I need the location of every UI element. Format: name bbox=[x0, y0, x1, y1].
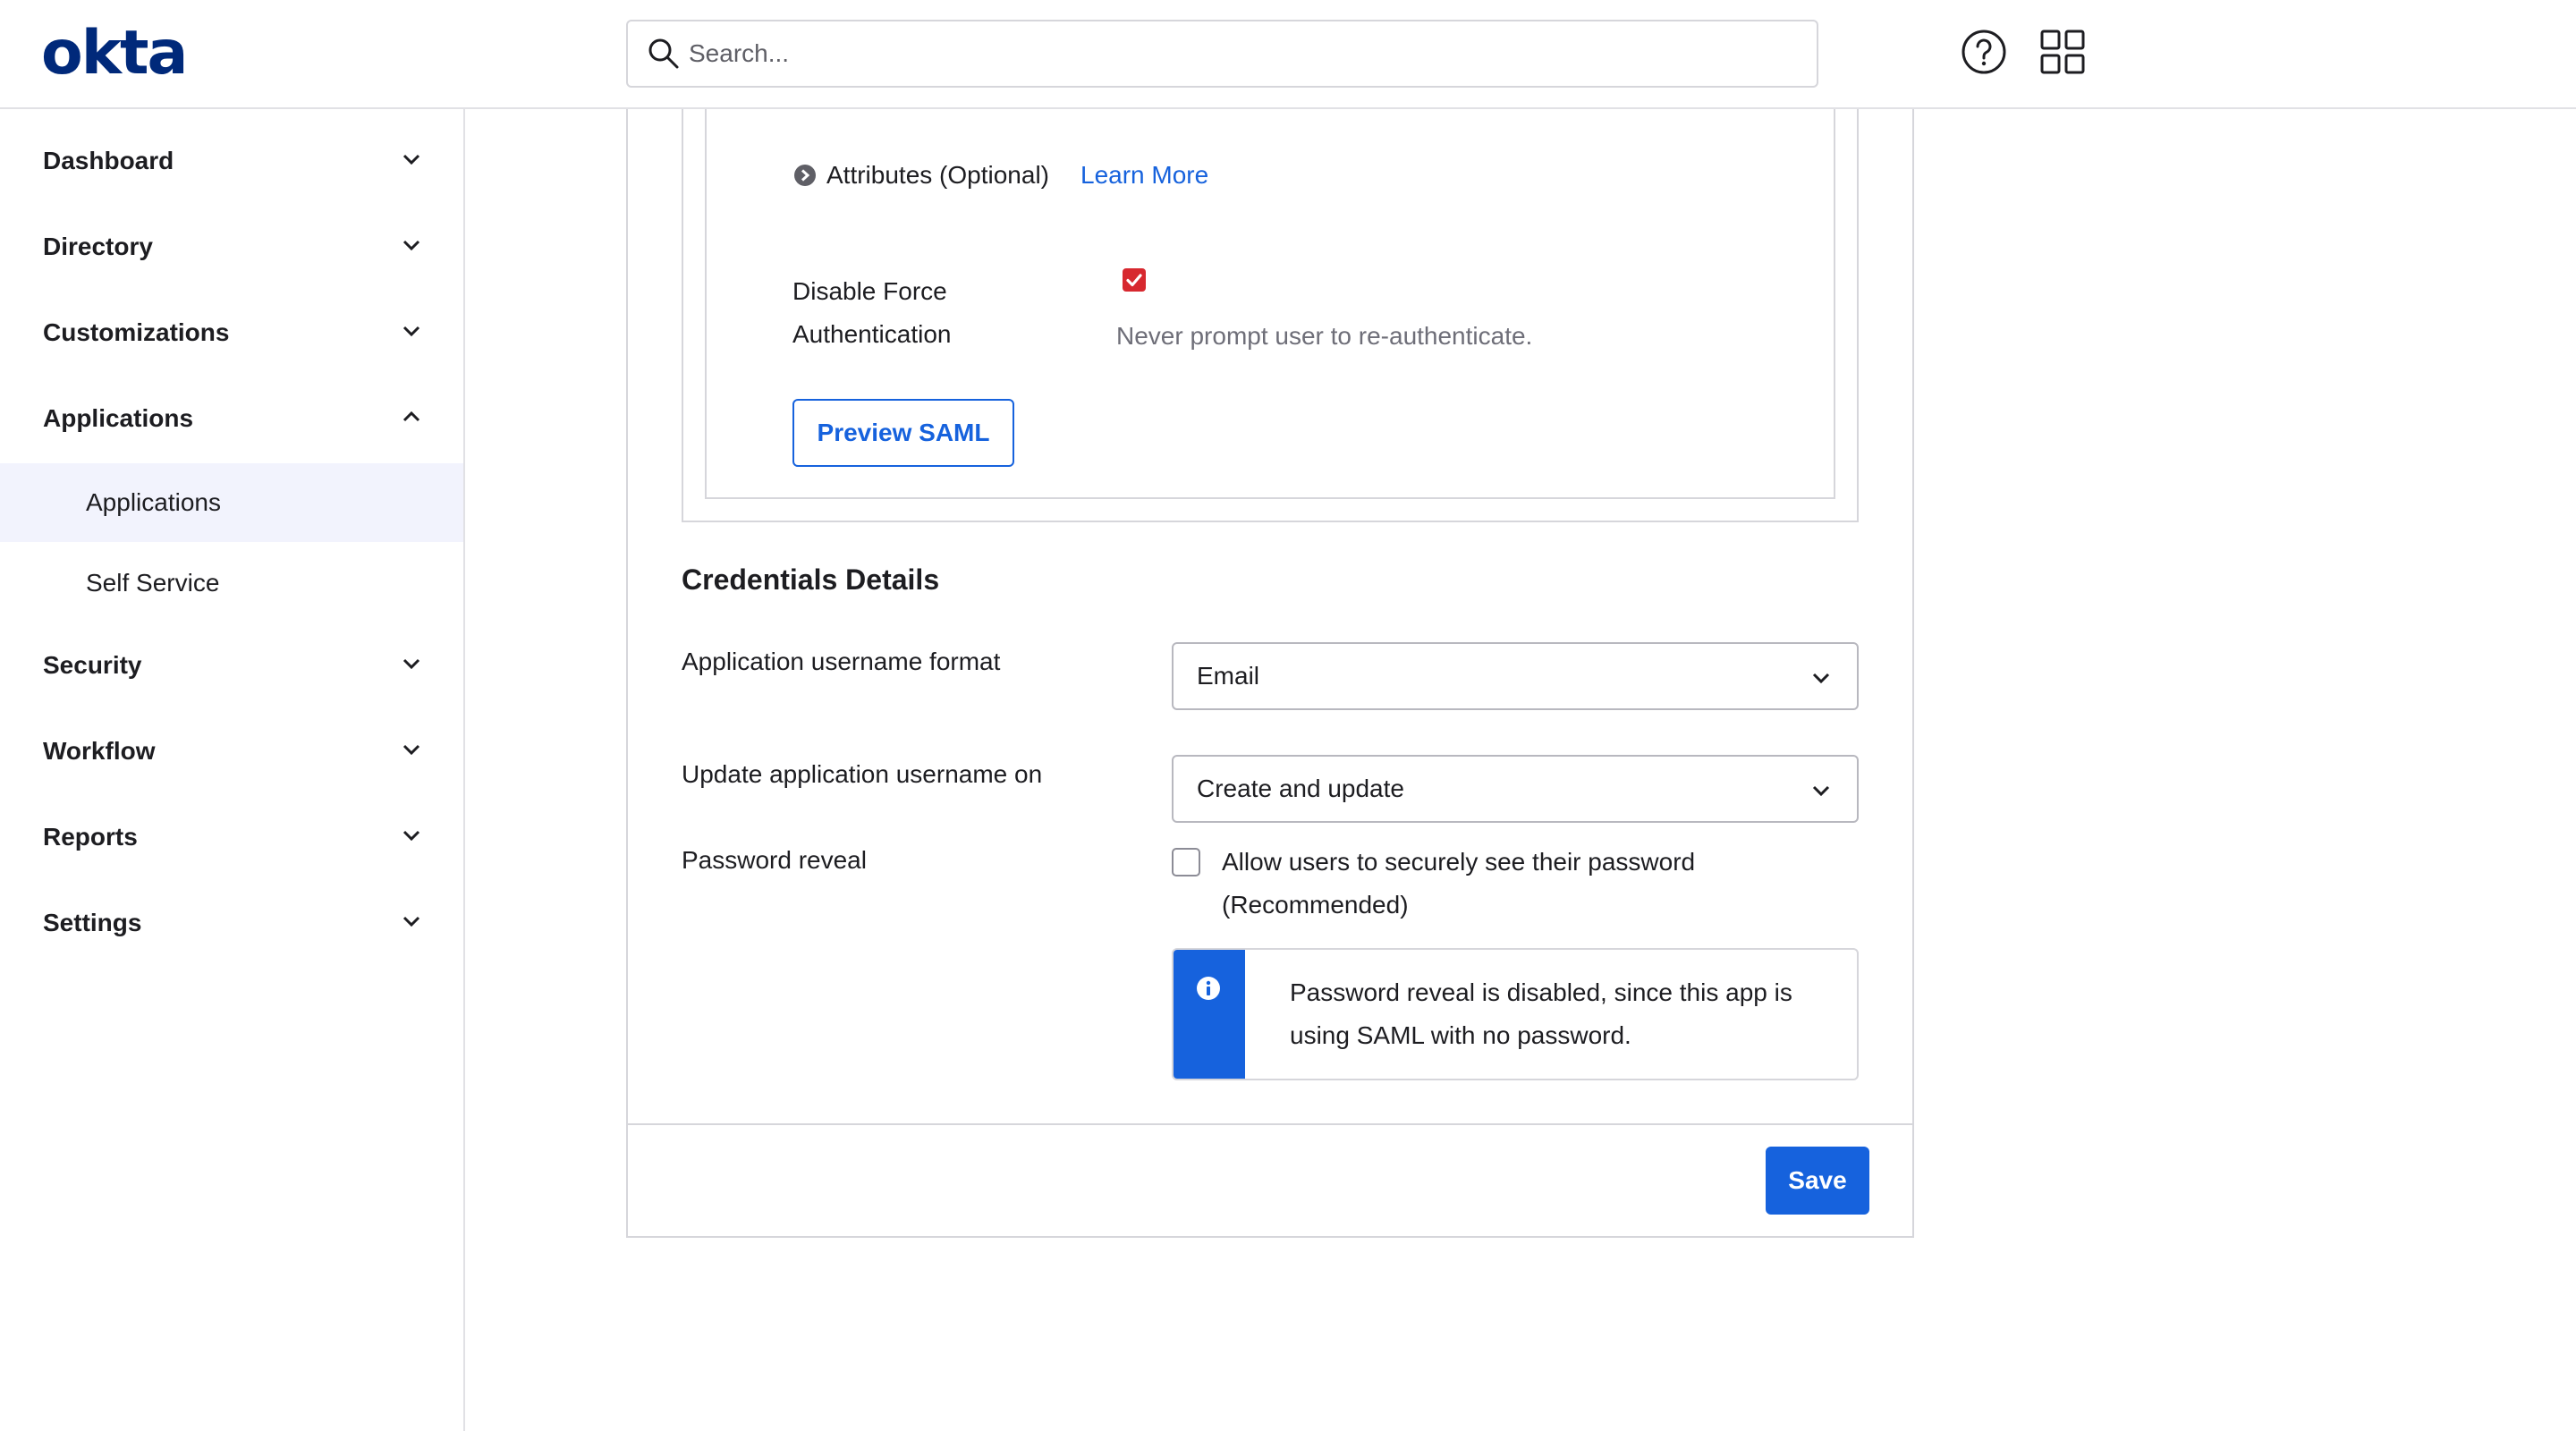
sidebar-item-applications[interactable]: Applications bbox=[0, 390, 463, 447]
chevron-down-icon bbox=[402, 830, 420, 842]
sidebar-item-customizations[interactable]: Customizations bbox=[0, 304, 463, 361]
disable-force-auth-label: Disable Force Authentication bbox=[792, 277, 952, 348]
sidebar-item-label: Workflow bbox=[43, 737, 156, 765]
sidebar-subitem-label: Applications bbox=[86, 488, 221, 516]
sidebar-item-settings[interactable]: Settings bbox=[0, 894, 463, 952]
sidebar-item-dashboard[interactable]: Dashboard bbox=[0, 132, 463, 190]
sidebar-item-label: Security bbox=[43, 651, 142, 679]
sidebar-subitem-self-service[interactable]: Self Service bbox=[0, 544, 463, 622]
save-button[interactable]: Save bbox=[1766, 1147, 1869, 1215]
password-reveal-label: Password reveal bbox=[682, 846, 867, 874]
username-format-value: Email bbox=[1197, 662, 1260, 690]
help-icon[interactable] bbox=[1959, 27, 2009, 77]
sidebar-item-security[interactable]: Security bbox=[0, 637, 463, 694]
info-icon bbox=[1197, 977, 1220, 1000]
chevron-down-icon bbox=[402, 240, 420, 251]
search-box[interactable] bbox=[626, 20, 1818, 88]
update-username-on-select[interactable]: Create and update bbox=[1172, 755, 1859, 823]
disable-force-auth-checkbox[interactable] bbox=[1122, 267, 1147, 292]
password-reveal-checkbox[interactable] bbox=[1172, 848, 1200, 876]
apps-grid-icon[interactable] bbox=[2038, 27, 2088, 77]
username-format-select[interactable]: Email bbox=[1172, 642, 1859, 710]
update-username-on-value: Create and update bbox=[1197, 775, 1404, 802]
chevron-up-icon bbox=[402, 411, 420, 422]
chevron-down-icon bbox=[402, 916, 420, 927]
chevron-down-icon bbox=[402, 744, 420, 756]
attributes-optional-toggle[interactable]: Attributes (Optional) bbox=[826, 159, 1049, 191]
chevron-down-icon bbox=[402, 326, 420, 337]
chevron-down-icon bbox=[1812, 785, 1830, 797]
sidebar-item-label: Directory bbox=[43, 233, 153, 260]
chevron-right-circle-icon[interactable] bbox=[793, 164, 817, 187]
sidebar-item-label: Settings bbox=[43, 909, 142, 936]
okta-logo[interactable]: okta bbox=[41, 18, 188, 89]
callout-message: Password reveal is disabled, since this … bbox=[1290, 978, 1792, 1049]
callout-accent-bar bbox=[1174, 950, 1245, 1079]
sidebar-item-reports[interactable]: Reports bbox=[0, 809, 463, 866]
password-reveal-option-text[interactable]: Allow users to securely see their passwo… bbox=[1222, 841, 1776, 927]
search-input[interactable] bbox=[687, 21, 1796, 86]
update-username-on-label: Update application username on bbox=[682, 760, 1043, 788]
sidebar-item-label: Dashboard bbox=[43, 147, 174, 174]
search-icon bbox=[648, 38, 679, 69]
disable-force-auth-description: Never prompt user to re-authenticate. bbox=[1116, 322, 1533, 350]
sidebar-item-label: Applications bbox=[43, 404, 194, 432]
top-header: okta bbox=[0, 0, 2576, 109]
sidebar-subitem-label: Self Service bbox=[86, 569, 220, 597]
sidebar-nav: Dashboard Directory Customizations Appli… bbox=[0, 109, 465, 1431]
sidebar-item-workflow[interactable]: Workflow bbox=[0, 723, 463, 780]
sidebar-subitem-applications[interactable]: Applications bbox=[0, 463, 463, 542]
chevron-down-icon bbox=[1812, 673, 1830, 684]
learn-more-link[interactable]: Learn More bbox=[1080, 159, 1208, 191]
sidebar-item-label: Reports bbox=[43, 823, 138, 851]
chevron-down-icon bbox=[402, 658, 420, 670]
footer-divider bbox=[626, 1123, 1914, 1125]
username-format-label: Application username format bbox=[682, 648, 1001, 675]
credentials-details-heading: Credentials Details bbox=[682, 563, 940, 596]
sidebar-item-directory[interactable]: Directory bbox=[0, 218, 463, 275]
chevron-down-icon bbox=[402, 154, 420, 165]
preview-saml-button[interactable]: Preview SAML bbox=[792, 399, 1014, 467]
password-reveal-info-callout: Password reveal is disabled, since this … bbox=[1172, 948, 1859, 1080]
sidebar-item-label: Customizations bbox=[43, 318, 230, 346]
